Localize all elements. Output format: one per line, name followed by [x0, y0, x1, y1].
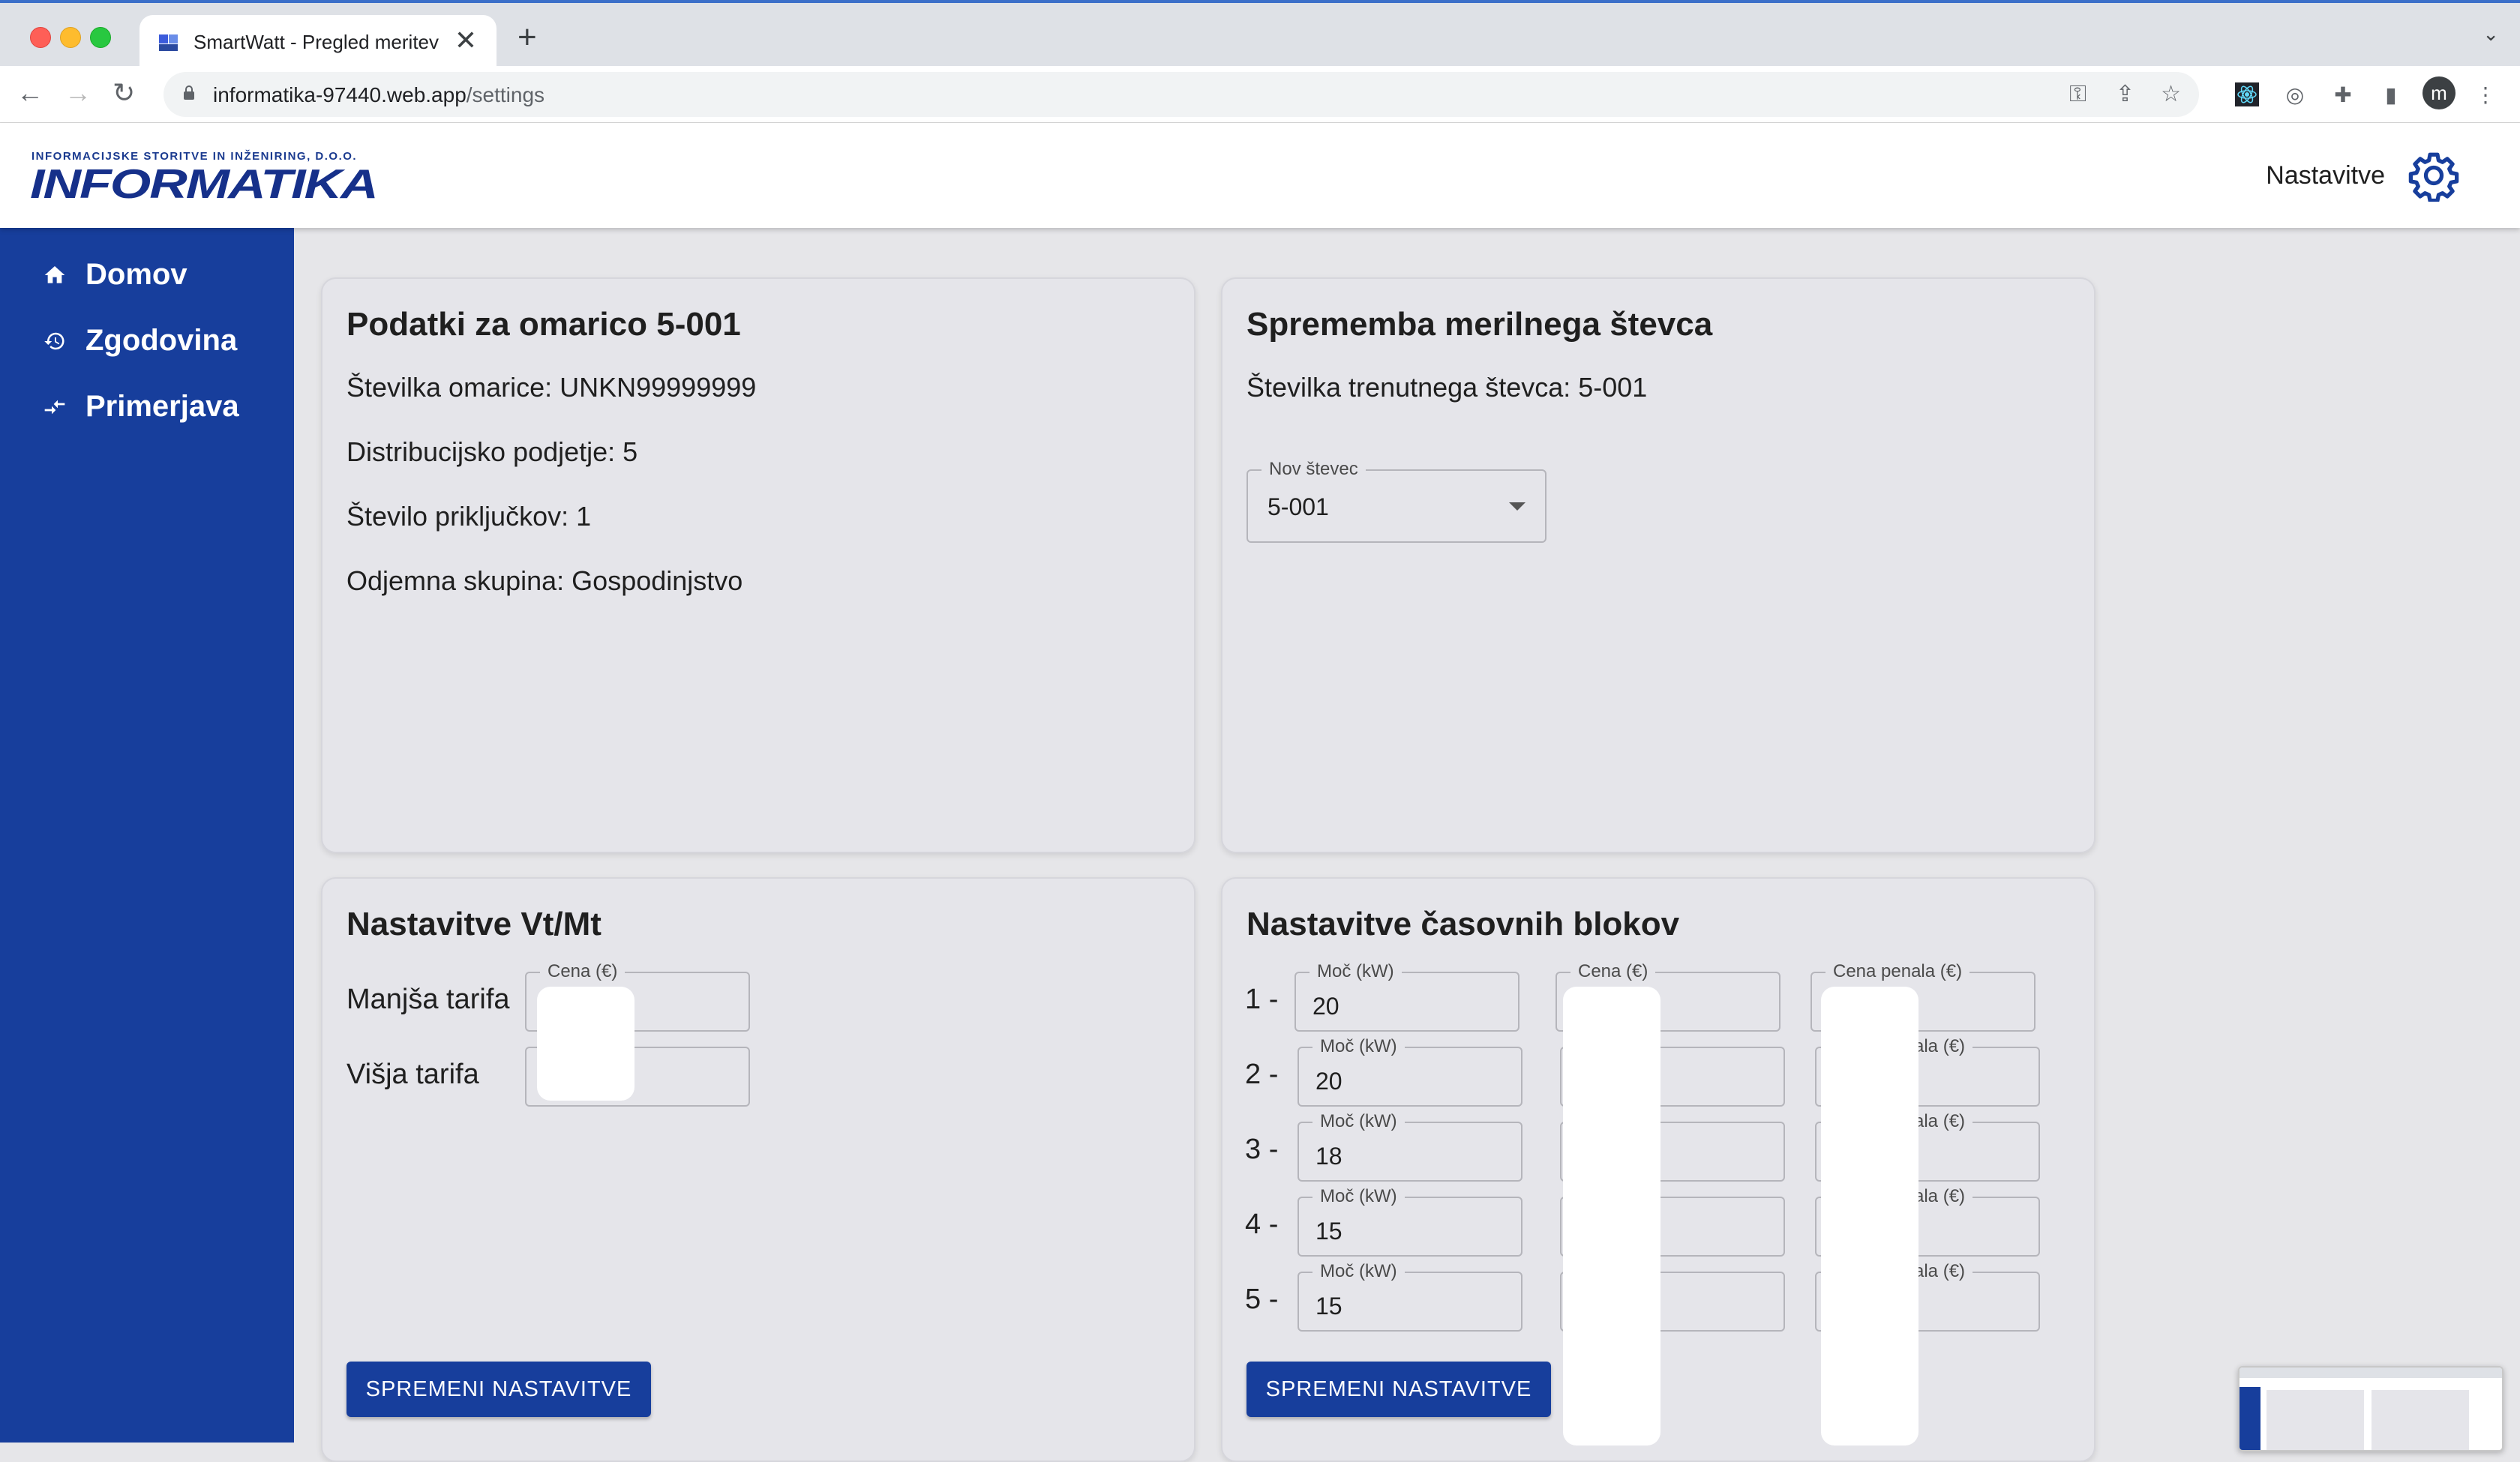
logo[interactable]: INFORMATIKA: [30, 160, 379, 207]
forward-arrow-icon[interactable]: →: [64, 76, 92, 109]
maximize-window-button[interactable]: [90, 27, 111, 48]
redaction-block: [1563, 987, 1660, 1446]
browser-toolbar: ← → ↻ informatika-97440.web.app/settings…: [0, 66, 2520, 123]
cabinet-info-card: Podatki za omarico 5-001 Številka omaric…: [321, 277, 1196, 853]
sidebar-item-label: Domov: [86, 258, 188, 291]
browser-menu-icon[interactable]: ⋮: [2472, 81, 2499, 108]
tariff-settings-card: Nastavitve Vt/Mt Manjša tarifa Cena (€) …: [321, 877, 1196, 1462]
screenshot-thumbnail[interactable]: [2238, 1366, 2504, 1452]
cabinet-number: Številka omarice: UNKN99999999: [346, 372, 757, 403]
password-key-icon[interactable]: ⚿: [2069, 82, 2086, 106]
input-value: 15: [1316, 1293, 1342, 1320]
favicon-icon: [159, 34, 178, 51]
thumbnail-card: [2266, 1390, 2364, 1450]
block-5-power-input[interactable]: Moč (kW) 15: [1298, 1261, 1522, 1332]
block-row-label: 5 -: [1245, 1284, 1279, 1315]
field-label: Cena (€): [1570, 961, 1656, 982]
redaction-block: [1821, 987, 1918, 1446]
home-icon: [42, 262, 68, 288]
block-2-power-input[interactable]: Moč (kW) 20: [1298, 1036, 1522, 1107]
app-header: INFORMACIJSKE STORITVE IN INŽENIRING, D.…: [0, 123, 2520, 228]
meter-change-card: Sprememba merilnega števca Številka tren…: [1221, 277, 2096, 853]
extensions-puzzle-icon[interactable]: ✚: [2330, 81, 2356, 108]
history-icon: [42, 328, 68, 354]
browser-tab-strip: SmartWatt - Pregled meritev ✕ + ⌄: [0, 0, 2520, 69]
card-title: Podatki za omarico 5-001: [346, 306, 741, 343]
field-label: Moč (kW): [1310, 961, 1402, 982]
select-value: 5-001: [1268, 493, 1329, 520]
settings-link[interactable]: Nastavitve: [2266, 123, 2460, 228]
distribution-company: Distribucijsko podjetje: 5: [346, 436, 638, 467]
url-text: informatika-97440.web.app/settings: [213, 83, 545, 106]
thumbnail-sidebar: [2240, 1387, 2260, 1450]
dropdown-arrow-icon: [1509, 502, 1526, 511]
new-tab-button[interactable]: +: [518, 21, 537, 54]
field-label: Moč (kW): [1312, 1261, 1405, 1282]
card-title: Sprememba merilnega števca: [1246, 306, 1713, 343]
address-bar[interactable]: informatika-97440.web.app/settings ⚿ ⇪ ☆: [164, 72, 2199, 117]
input-value: 20: [1316, 1068, 1342, 1095]
save-tariff-settings-button[interactable]: SPREMENI NASTAVITVE: [346, 1362, 651, 1417]
sidebar-item-compare[interactable]: Primerjava: [42, 390, 239, 424]
minimize-window-button[interactable]: [60, 27, 81, 48]
gear-icon[interactable]: [2408, 149, 2460, 202]
card-title: Nastavitve časovnih blokov: [1246, 906, 1680, 942]
high-tariff-label: Višja tarifa: [346, 1059, 479, 1090]
block-row-label: 3 -: [1245, 1134, 1279, 1165]
select-label: Nov števec: [1262, 459, 1366, 480]
compare-icon: [42, 394, 68, 420]
back-arrow-icon[interactable]: ←: [16, 76, 44, 109]
field-label: Cena penala (€): [1826, 961, 1970, 982]
input-value: 20: [1312, 993, 1340, 1020]
react-devtools-extension-icon[interactable]: [2234, 81, 2260, 108]
block-4-power-input[interactable]: Moč (kW) 15: [1298, 1186, 1522, 1257]
thumbnail-card: [2372, 1390, 2469, 1450]
redaction-block: [537, 987, 634, 1101]
browser-tab[interactable]: SmartWatt - Pregled meritev ✕: [140, 15, 496, 69]
card-title: Nastavitve Vt/Mt: [346, 906, 602, 942]
block-row-label: 2 -: [1245, 1059, 1279, 1090]
sidebar-item-history[interactable]: Zgodovina: [42, 324, 237, 358]
block-row-label: 1 -: [1245, 984, 1279, 1015]
block-1-power-input[interactable]: Moč (kW) 20: [1294, 961, 1520, 1032]
low-tariff-label: Manjša tarifa: [346, 984, 510, 1015]
current-meter-number: Številka trenutnega števca: 5-001: [1246, 372, 1648, 403]
time-blocks-card: Nastavitve časovnih blokov 1 - Moč (kW) …: [1221, 877, 2096, 1462]
share-icon[interactable]: ⇪: [2116, 82, 2134, 106]
save-block-settings-button[interactable]: SPREMENI NASTAVITVE: [1246, 1362, 1551, 1417]
field-label: Cena (€): [540, 961, 626, 982]
reload-icon[interactable]: ↻: [112, 76, 135, 109]
consumer-group: Odjemna skupina: Gospodinjstvo: [346, 565, 743, 596]
settings-label: Nastavitve: [2266, 160, 2385, 190]
field-label: Moč (kW): [1312, 1036, 1405, 1057]
input-value: 15: [1316, 1218, 1342, 1245]
tab-search-button[interactable]: ⌄: [2482, 22, 2499, 46]
extension-circle-icon[interactable]: ◎: [2282, 81, 2308, 108]
lock-icon: [184, 85, 194, 100]
block-row-label: 4 -: [1245, 1209, 1279, 1240]
sidebar-item-home[interactable]: Domov: [42, 258, 188, 292]
sidebar: Domov Zgodovina Primerjava: [0, 228, 294, 1443]
profile-avatar[interactable]: m: [2422, 76, 2456, 109]
block-3-power-input[interactable]: Moč (kW) 18: [1298, 1111, 1522, 1182]
tab-close-icon[interactable]: ✕: [454, 25, 477, 55]
thumbnail-toolbar: [2240, 1368, 2502, 1378]
sidebar-item-label: Primerjava: [86, 390, 239, 423]
input-value: 18: [1316, 1143, 1342, 1170]
field-label: Moč (kW): [1312, 1186, 1405, 1207]
sidebar-item-label: Zgodovina: [86, 324, 238, 357]
close-window-button[interactable]: [30, 27, 51, 48]
tab-title: SmartWatt - Pregled meritev: [194, 31, 440, 53]
side-panel-icon[interactable]: ▮: [2378, 81, 2404, 108]
bookmark-star-icon[interactable]: ☆: [2161, 82, 2181, 106]
new-meter-select[interactable]: Nov števec 5-001: [1246, 459, 1546, 543]
connection-count: Število priključkov: 1: [346, 501, 592, 532]
field-label: Moč (kW): [1312, 1111, 1405, 1132]
